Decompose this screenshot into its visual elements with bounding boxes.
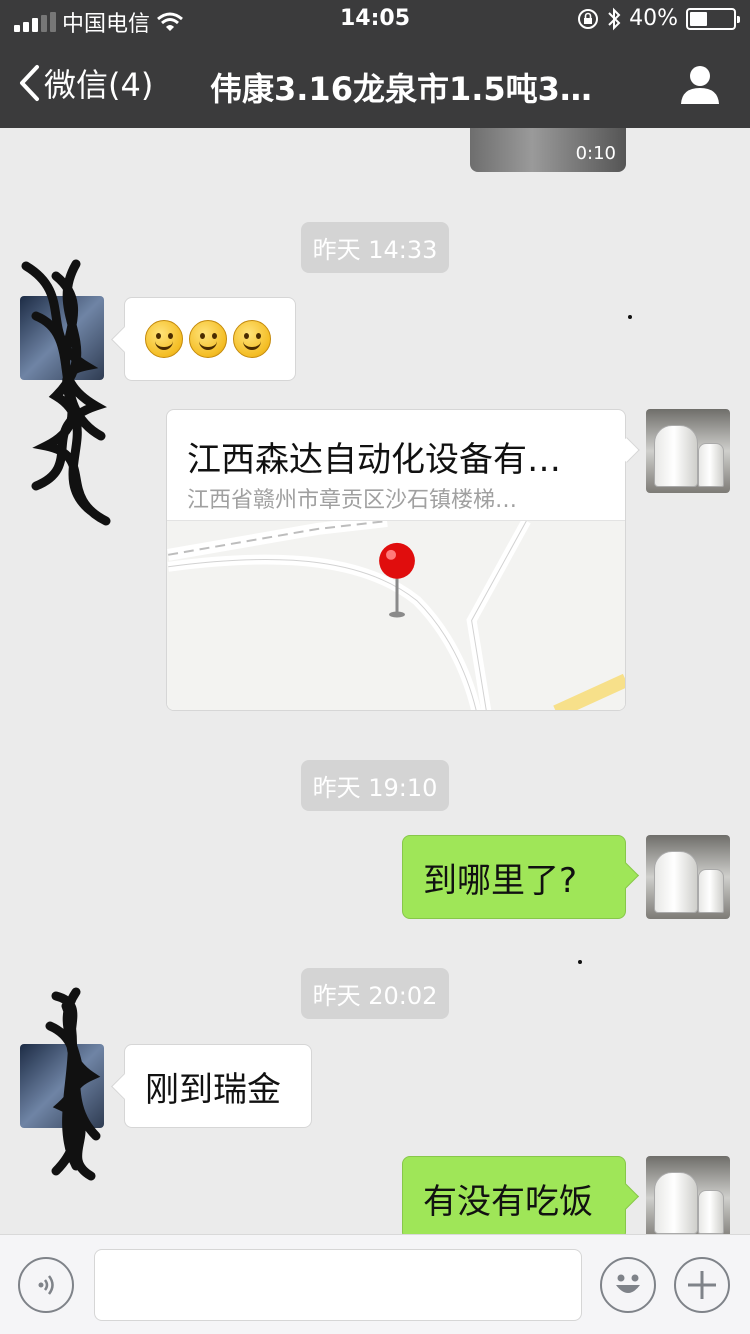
tank-image	[698, 1190, 724, 1234]
message-input[interactable]	[94, 1249, 582, 1321]
tank-image	[654, 425, 698, 487]
tank-image	[698, 443, 724, 487]
sent-message-bubble[interactable]: 到哪里了?	[402, 835, 626, 919]
voice-icon	[38, 1275, 54, 1295]
tank-image	[654, 1172, 698, 1234]
emoji-row	[145, 320, 271, 358]
scribble-overlay	[21, 259, 111, 526]
tank-image	[654, 851, 698, 913]
dot-mark	[628, 315, 632, 319]
message-text: 刚到瑞金	[145, 1069, 281, 1110]
emoji-icon	[616, 1274, 640, 1293]
my-avatar[interactable]	[646, 835, 730, 919]
plus-icon	[688, 1271, 716, 1299]
top-bar: 中国电信 14:05 40% 微信(4) 伟康3.16龙泉市1.5吨3…	[0, 0, 750, 128]
battery-icon	[686, 7, 740, 30]
back-label: 微信(4)	[44, 66, 154, 104]
my-avatar[interactable]	[646, 1156, 730, 1234]
dot-mark	[578, 960, 582, 964]
status-bar: 中国电信 14:05 40%	[0, 0, 750, 40]
message-text: 有没有吃饭	[423, 1181, 593, 1222]
message-text: 到哪里了?	[423, 860, 578, 901]
received-emoji-bubble[interactable]	[124, 297, 296, 381]
chevron-left-icon	[20, 65, 39, 101]
location-address: 江西省赣州市章贡区沙石镇楼梯…	[187, 488, 518, 513]
chat-title: 伟康3.16龙泉市1.5吨3…	[210, 70, 592, 108]
location-map	[167, 520, 625, 710]
battery-fill	[690, 11, 707, 26]
tank-image	[698, 869, 724, 913]
battery-percent: 40%	[629, 6, 678, 31]
back-button[interactable]: 微信(4)	[18, 60, 153, 106]
location-name: 江西森达自动化设备有…	[187, 440, 561, 480]
message-list[interactable]: 0:10 昨天 14:33 江西森达自动化设备有… 江西省赣州市章贡区沙石镇楼梯…	[0, 128, 750, 1234]
timestamp: 昨天 20:02	[0, 968, 750, 1019]
smiley-emoji-icon	[233, 320, 271, 358]
add-button[interactable]	[674, 1257, 730, 1313]
rotation-lock-icon	[578, 8, 599, 29]
location-message[interactable]: 江西森达自动化设备有… 江西省赣州市章贡区沙石镇楼梯…	[166, 409, 626, 711]
status-right: 40%	[577, 6, 740, 31]
video-duration: 0:10	[575, 143, 616, 164]
smiley-emoji-icon	[145, 320, 183, 358]
my-avatar[interactable]	[646, 409, 730, 493]
nav-bar: 微信(4) 伟康3.16龙泉市1.5吨3…	[0, 40, 750, 128]
received-message-bubble[interactable]: 刚到瑞金	[124, 1044, 312, 1128]
sent-message-bubble[interactable]: 有没有吃饭	[402, 1156, 626, 1234]
bluetooth-icon	[608, 7, 621, 30]
scribble-overlay	[45, 987, 101, 1181]
emoji-button[interactable]	[600, 1257, 656, 1313]
timestamp: 昨天 19:10	[0, 760, 750, 811]
video-message[interactable]: 0:10	[470, 128, 626, 172]
smiley-emoji-icon	[189, 320, 227, 358]
person-icon[interactable]	[678, 62, 722, 106]
voice-button[interactable]	[18, 1257, 74, 1313]
input-bar	[0, 1234, 750, 1334]
